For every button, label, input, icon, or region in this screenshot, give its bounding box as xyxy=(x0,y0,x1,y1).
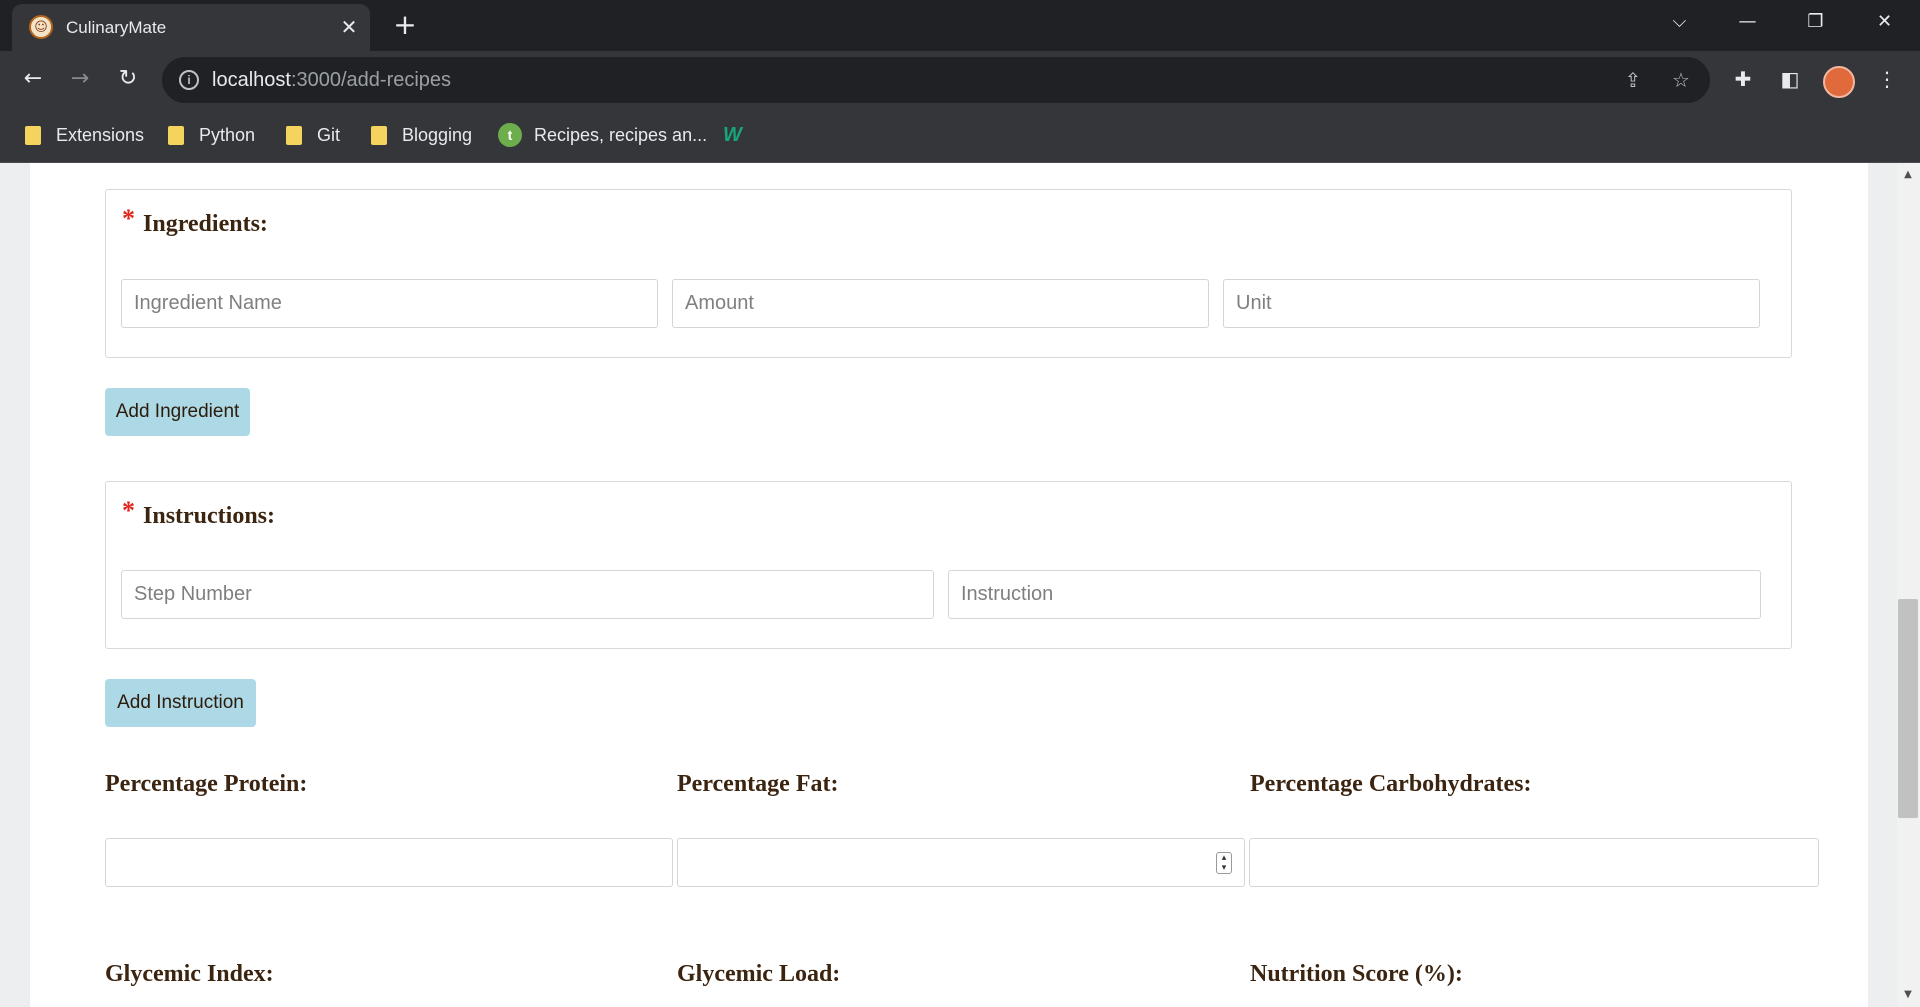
reload-icon[interactable]: ↻ xyxy=(110,61,146,97)
bookmarks-bar: Extensions Python Git Blogging t Recipes… xyxy=(0,108,1920,163)
bookmark-recipes[interactable]: t Recipes, recipes an... xyxy=(498,121,707,149)
glycemic-load-label: Glycemic Load: xyxy=(677,961,841,987)
profile-avatar[interactable] xyxy=(1823,66,1855,98)
bookmark-git[interactable]: Git xyxy=(286,121,340,149)
add-ingredient-button[interactable]: Add Ingredient xyxy=(105,388,250,436)
minimize-icon[interactable]: — xyxy=(1713,0,1782,44)
percentage-protein-label: Percentage Protein: xyxy=(105,771,308,797)
percentage-fat-label: Percentage Fat: xyxy=(677,771,839,797)
t-circle-icon: t xyxy=(498,123,522,147)
add-instruction-button[interactable]: Add Instruction xyxy=(105,679,256,727)
browser-tab[interactable]: ☺ CulinaryMate ✕ xyxy=(12,4,370,51)
folder-icon xyxy=(371,125,387,145)
bookmark-python[interactable]: Python xyxy=(168,121,255,149)
extensions-puzzle-icon[interactable]: ✚ xyxy=(1725,61,1761,97)
required-mark: * xyxy=(122,496,135,525)
page-scrollbar[interactable] xyxy=(1897,163,1920,1007)
forward-icon[interactable]: → xyxy=(62,61,98,97)
menu-kebab-icon[interactable]: ⋮ xyxy=(1869,61,1905,97)
percentage-fat-input[interactable]: ▴ ▾ xyxy=(677,838,1245,887)
percentage-carbohydrates-label: Percentage Carbohydrates: xyxy=(1250,771,1532,797)
ingredients-title: * Ingredients: xyxy=(122,204,268,237)
scroll-down-icon[interactable]: ▼ xyxy=(1898,987,1918,1003)
url-text[interactable]: localhost:3000/add-recipes xyxy=(212,69,451,92)
bookmark-blogging[interactable]: Blogging xyxy=(371,121,472,149)
bookmark-extensions[interactable]: Extensions xyxy=(25,121,144,149)
bookmark-star-icon[interactable]: ☆ xyxy=(1667,66,1695,94)
w-logo-icon: W xyxy=(723,123,742,146)
nutrition-score-label: Nutrition Score (%): xyxy=(1250,961,1463,987)
step-number-input[interactable]: Step Number xyxy=(121,570,934,619)
percentage-protein-input[interactable] xyxy=(105,838,673,887)
required-mark: * xyxy=(122,204,135,233)
share-icon[interactable]: ⇪ xyxy=(1619,66,1647,94)
bookmark-w[interactable]: W xyxy=(723,121,742,149)
instructions-section: * Instructions: Step Number Instruction xyxy=(105,481,1792,649)
close-tab-icon[interactable]: ✕ xyxy=(335,13,363,41)
culinarymate-favicon-icon: ☺ xyxy=(29,15,53,39)
back-icon[interactable]: ← xyxy=(15,61,51,97)
instruction-input[interactable]: Instruction xyxy=(948,570,1761,619)
ingredient-name-input[interactable]: Ingredient Name xyxy=(121,279,658,328)
number-stepper-icon[interactable]: ▴ ▾ xyxy=(1216,852,1232,874)
ingredient-amount-input[interactable]: Amount xyxy=(672,279,1209,328)
browser-title-bar: ☺ CulinaryMate ✕ + ⌵ — ❐ ✕ xyxy=(0,0,1920,51)
scrollbar-thumb[interactable] xyxy=(1898,599,1918,818)
glycemic-index-label: Glycemic Index: xyxy=(105,961,274,987)
folder-icon xyxy=(286,125,302,145)
close-window-icon[interactable]: ✕ xyxy=(1850,0,1919,44)
scroll-up-icon[interactable]: ▲ xyxy=(1898,167,1918,183)
restore-icon[interactable]: ❐ xyxy=(1781,0,1850,44)
ingredients-section: * Ingredients: Ingredient Name Amount Uni… xyxy=(105,189,1792,358)
add-recipe-page: * Ingredients: Ingredient Name Amount Uni… xyxy=(30,163,1868,1007)
folder-icon xyxy=(168,125,184,145)
site-info-icon[interactable]: i xyxy=(179,70,199,90)
side-panel-icon[interactable]: ◧ xyxy=(1772,61,1808,97)
tab-search-icon[interactable]: ⌵ xyxy=(1645,0,1714,44)
tab-title: CulinaryMate xyxy=(66,18,167,37)
folder-icon xyxy=(25,125,41,145)
new-tab-icon[interactable]: + xyxy=(389,9,421,41)
percentage-carbohydrates-input[interactable] xyxy=(1249,838,1819,887)
instructions-title: * Instructions: xyxy=(122,496,276,529)
page-viewport: * Ingredients: Ingredient Name Amount Uni… xyxy=(0,163,1920,1007)
browser-toolbar: ← → ↻ i localhost:3000/add-recipes ⇪ ☆ ✚… xyxy=(0,51,1920,108)
address-bar[interactable]: i localhost:3000/add-recipes ⇪ ☆ xyxy=(162,57,1710,103)
ingredient-unit-input[interactable]: Unit xyxy=(1223,279,1760,328)
